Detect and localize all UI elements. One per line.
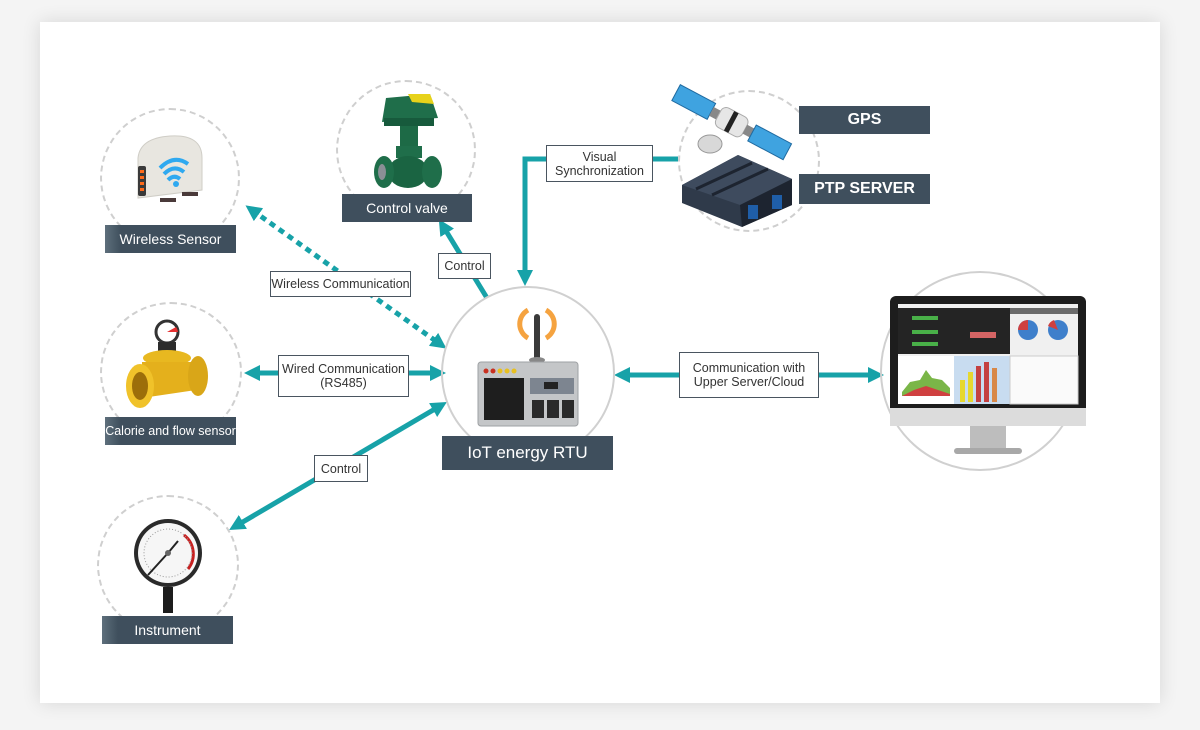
- control-instrument-edge-text: Control: [320, 461, 362, 476]
- control-valve-edge-text: Control: [444, 259, 485, 273]
- ptp-server-label: PTP SERVER: [799, 174, 930, 204]
- visual-synchronization-text-1: Visual: [582, 149, 617, 164]
- rtu-device-icon: [477, 307, 579, 427]
- wired-communication-label: Wired Communication (RS485): [278, 355, 409, 397]
- flow-sensor-label: Calorie and flow sensor: [105, 417, 236, 445]
- flow-meter-icon: [126, 319, 208, 408]
- satellite-icon: [671, 84, 793, 161]
- wired-communication-text-2: (RS485): [320, 376, 367, 390]
- upper-communication-label: Communication with Upper Server/Cloud: [679, 352, 819, 398]
- instrument-label: Instrument: [102, 616, 233, 644]
- visual-synchronization-label: Visual Synchronization: [546, 145, 653, 182]
- gps-label: GPS: [799, 106, 930, 134]
- pressure-gauge-icon: [134, 519, 202, 613]
- visual-synchronization-text-2: Synchronization: [555, 163, 644, 178]
- upper-communication-text-2: Upper Server/Cloud: [693, 375, 805, 389]
- wireless-sensor-label: Wireless Sensor: [105, 225, 236, 253]
- rtu-label: IoT energy RTU: [442, 436, 613, 470]
- wifi-sensor-icon: [137, 135, 203, 202]
- wireless-communication-text: Wireless Communication: [271, 277, 410, 291]
- monitor-dashboard-icon: [890, 296, 1086, 454]
- control-valve-label: Control valve: [342, 194, 472, 222]
- wired-communication-text-1: Wired Communication: [282, 362, 405, 376]
- control-valve-icon: [374, 94, 442, 188]
- upper-communication-text-1: Communication with: [692, 361, 806, 375]
- wireless-communication-label: Wireless Communication: [270, 271, 411, 297]
- control-instrument-edge-label: Control: [314, 455, 368, 482]
- control-valve-edge-label: Control: [438, 253, 491, 279]
- rack-server-icon: [682, 155, 792, 227]
